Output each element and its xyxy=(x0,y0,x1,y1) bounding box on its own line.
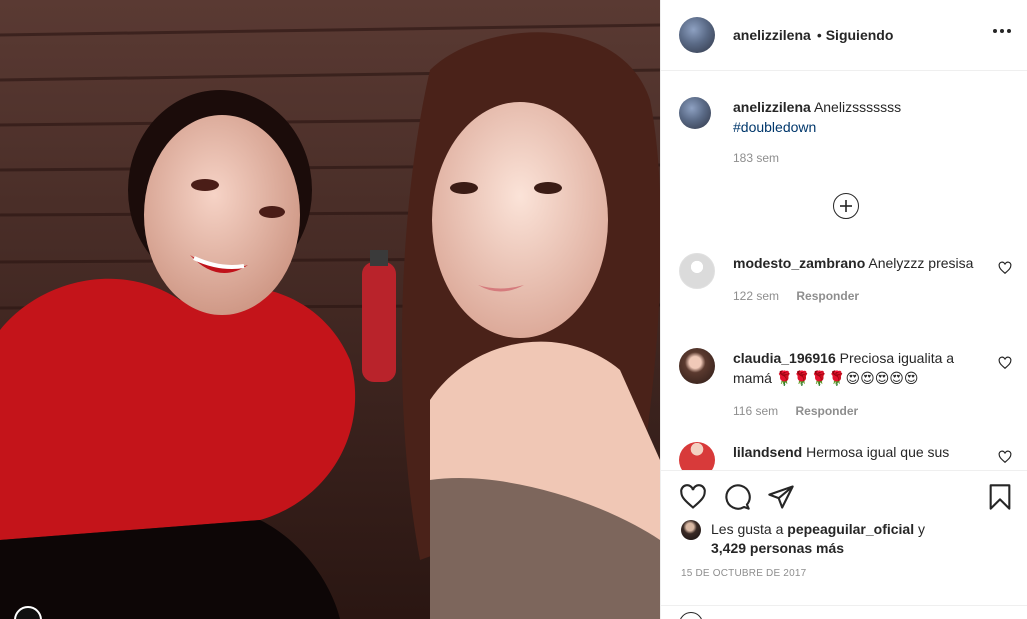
caption-username[interactable]: anelizzilena xyxy=(733,99,811,115)
post-side-panel: anelizzilena • Siguiendo anelizzilena An… xyxy=(660,0,1027,619)
comment-item: claudia_196916 Preciosa igualita a mamá … xyxy=(679,348,1012,418)
comment-age: 116 sem xyxy=(733,404,779,418)
comment-username[interactable]: claudia_196916 xyxy=(733,350,836,366)
author-avatar[interactable] xyxy=(679,17,715,53)
post-actions-section: Les gusta a pepeaguilar_oficial y 3,429 … xyxy=(661,470,1027,619)
liker-username[interactable]: pepeaguilar_oficial xyxy=(787,521,914,537)
bookmark-icon[interactable] xyxy=(986,483,1014,511)
comment-like-heart-icon[interactable] xyxy=(998,261,1012,275)
comment-username[interactable]: lilandsend xyxy=(733,444,802,460)
comment-like-heart-icon[interactable] xyxy=(998,356,1012,370)
add-comment-bar xyxy=(661,605,1027,619)
caption: anelizzilena Anelizsssssss #doubledown 1… xyxy=(679,97,1012,165)
likes-summary: Les gusta a pepeaguilar_oficial y 3,429 … xyxy=(681,520,925,558)
caption-avatar[interactable] xyxy=(679,97,711,129)
paper-plane-icon[interactable] xyxy=(767,483,795,511)
commenter-avatar[interactable] xyxy=(679,348,715,384)
emoji-icon[interactable] xyxy=(679,612,703,619)
more-options-icon[interactable] xyxy=(993,28,1011,34)
follow-status-button[interactable]: Siguiendo xyxy=(826,27,894,43)
plus-circle-icon xyxy=(840,200,852,212)
caption-age: 183 sem xyxy=(733,151,780,165)
liker-avatar[interactable] xyxy=(681,520,701,540)
author-username[interactable]: anelizzilena xyxy=(733,27,811,43)
photo-illustration xyxy=(0,0,660,619)
comment-icon[interactable] xyxy=(723,483,751,511)
comment-item: lilandsend Hermosa igual que sus xyxy=(679,442,1012,470)
likes-prefix: Les gusta a xyxy=(711,521,784,537)
heart-icon[interactable] xyxy=(679,483,707,511)
comment-like-heart-icon[interactable] xyxy=(998,450,1012,464)
comments-list[interactable]: anelizzilena Anelizsssssss #doubledown 1… xyxy=(661,71,1027,470)
action-icons xyxy=(679,483,1014,511)
post-date[interactable]: 15 DE OCTUBRE DE 2017 xyxy=(681,568,806,579)
likes-count-link[interactable]: 3,429 personas más xyxy=(711,540,844,556)
comment-item: modesto_zambrano Anelyzzz presisa 122 se… xyxy=(679,253,1012,303)
post-header: anelizzilena • Siguiendo xyxy=(661,0,1027,71)
comment-username[interactable]: modesto_zambrano xyxy=(733,255,865,271)
reply-button[interactable]: Responder xyxy=(795,404,858,418)
likes-joiner: y xyxy=(918,521,925,537)
caption-hashtag[interactable]: #doubledown xyxy=(733,119,816,135)
comment-text: Hermosa igual que sus xyxy=(806,444,950,460)
caption-text: Anelizsssssss xyxy=(813,99,902,115)
reply-button[interactable]: Responder xyxy=(796,289,859,303)
commenter-avatar[interactable] xyxy=(679,442,715,470)
separator-dot: • xyxy=(816,27,822,43)
commenter-avatar[interactable] xyxy=(679,253,715,289)
post-photo[interactable] xyxy=(0,0,660,619)
comment-age: 122 sem xyxy=(733,289,780,303)
load-more-comments-button[interactable] xyxy=(833,193,859,219)
comment-text: Anelyzzz presisa xyxy=(868,255,974,271)
